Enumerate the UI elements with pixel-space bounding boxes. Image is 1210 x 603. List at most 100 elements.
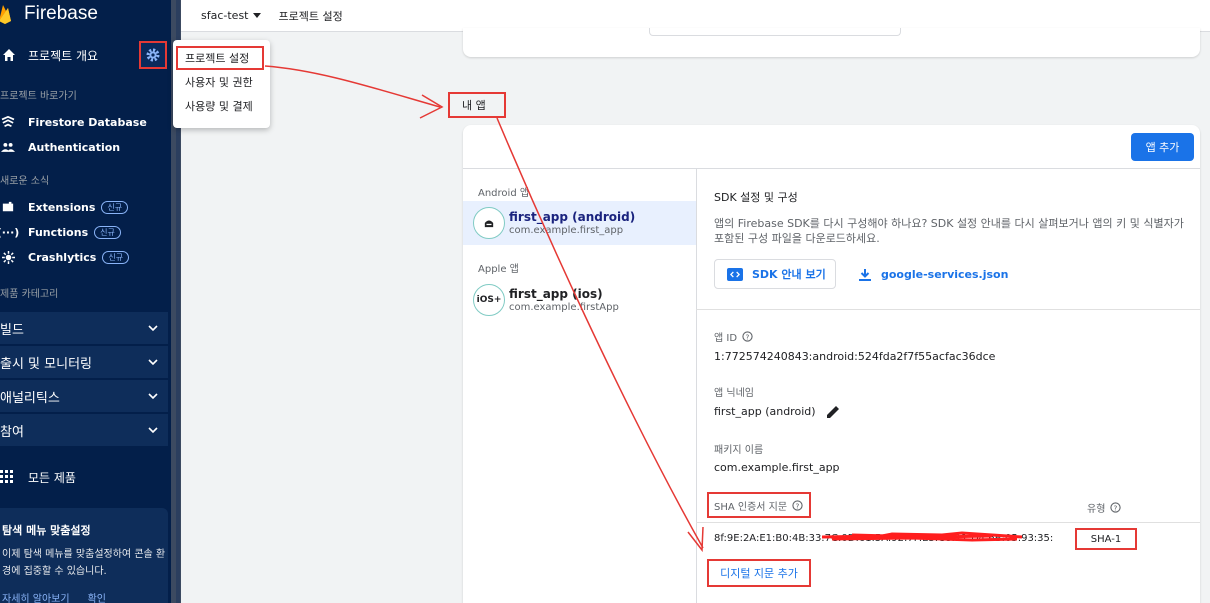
customize-text: 이제 탐색 메뉴를 맞춤설정하여 콘솔 환경에 집중할 수 있습니다. <box>2 549 166 577</box>
sidebar-item-firestore[interactable]: Firestore Database <box>0 111 171 133</box>
chevron-down-icon <box>148 359 158 366</box>
sidebar-item-functions[interactable]: (···) Functions 신규 <box>0 221 171 243</box>
divider <box>696 309 1200 310</box>
sha-fingerprint-label: SHA 인증서 지문 ? <box>707 492 811 518</box>
redaction-scribble <box>822 531 1022 542</box>
sidebar-item-label: Firestore Database <box>28 115 147 129</box>
field-label-text: 유형 <box>1087 504 1106 515</box>
category-label: 참여 <box>0 424 24 440</box>
grid-icon <box>0 470 13 483</box>
ok-link[interactable]: 확인 <box>88 590 106 603</box>
menu-item-usage-billing[interactable]: 사용량 및 결제 <box>173 94 270 118</box>
settings-gear-button[interactable] <box>139 41 167 69</box>
sdk-section-title: SDK 설정 및 구성 <box>714 191 798 204</box>
add-fingerprint-button[interactable]: 디지털 지문 추가 <box>707 559 811 587</box>
crashlytics-icon <box>0 250 16 264</box>
sidebar-item-label: Authentication <box>28 140 121 154</box>
apple-apps-label: Apple 앱 <box>478 264 519 275</box>
app-name: first_app (ios) <box>509 287 603 301</box>
brand[interactable]: Firebase <box>0 0 171 28</box>
android-apps-label: Android 앱 <box>478 188 530 199</box>
learn-more-link[interactable]: 자세히 알아보기 <box>2 590 70 603</box>
previous-card <box>463 28 1200 57</box>
apps-list: Android 앱 first_app (android) com.exampl… <box>463 169 696 603</box>
download-config-link[interactable]: google-services.json <box>859 268 1008 281</box>
section-label-shortcuts: 프로젝트 바로가기 <box>0 91 77 102</box>
home-icon <box>3 49 15 61</box>
caret-down-icon <box>252 12 261 18</box>
apps-card: 앱 추가 Android 앱 first_app (android) com.e… <box>463 125 1200 603</box>
help-icon[interactable]: ? <box>742 331 753 342</box>
project-selector[interactable]: sfac-test <box>201 9 261 22</box>
sidebar-item-label: Functions <box>28 225 89 239</box>
package-label: 패키지 이름 <box>714 445 764 456</box>
svg-text:?: ? <box>746 332 750 341</box>
firebase-logo-icon <box>0 5 11 24</box>
sidebar-item-crashlytics[interactable]: Crashlytics 신규 <box>0 246 171 268</box>
customize-nav-card: 탐색 메뉴 맞춤설정 이제 탐색 메뉴를 맞춤설정하여 콘솔 환경에 집중할 수… <box>0 508 168 603</box>
category-label: 출시 및 모니터링 <box>0 356 92 372</box>
project-name: sfac-test <box>201 9 249 22</box>
settings-dropdown-menu: 프로젝트 설정 사용자 및 권한 사용량 및 결제 <box>173 40 270 128</box>
help-icon[interactable]: ? <box>1110 502 1122 513</box>
category-analytics[interactable]: 애널리틱스 <box>0 380 168 412</box>
section-label-news: 새로운 소식 <box>0 176 50 187</box>
category-label: 애널리틱스 <box>0 390 60 406</box>
svg-text:?: ? <box>1114 503 1118 512</box>
new-badge: 신규 <box>102 250 130 264</box>
chevron-down-icon <box>148 427 158 434</box>
app-bundle-id: com.example.firstApp <box>509 302 619 313</box>
help-icon[interactable]: ? <box>792 499 803 511</box>
extensions-icon <box>0 200 16 214</box>
app-bundle-id: com.example.first_app <box>509 225 624 236</box>
menu-item-project-settings[interactable]: 프로젝트 설정 <box>176 46 264 70</box>
menu-item-users-permissions[interactable]: 사용자 및 권한 <box>173 70 270 94</box>
divider <box>696 169 697 603</box>
sidebar-item-extensions[interactable]: Extensions 신규 <box>0 196 171 218</box>
new-badge: 신규 <box>94 225 121 239</box>
chevron-down-icon <box>148 393 158 400</box>
app-row-ios[interactable]: iOS+ first_app (ios) com.example.firstAp… <box>463 278 696 322</box>
type-column-label: 유형 ? <box>1087 500 1122 515</box>
download-icon <box>859 268 871 281</box>
add-app-button[interactable]: 앱 추가 <box>1131 133 1194 161</box>
pencil-edit-icon[interactable] <box>826 404 841 419</box>
nickname-label: 앱 닉네임 <box>714 388 754 399</box>
new-badge: 신규 <box>101 200 129 214</box>
app-id-label: 앱 ID ? <box>714 329 753 344</box>
category-engage[interactable]: 참여 <box>0 414 168 446</box>
brand-name: Firebase <box>24 3 98 24</box>
nickname-text: first_app (android) <box>714 405 816 418</box>
field-label-text: SHA 인증서 지문 <box>714 501 788 513</box>
app-row-android[interactable]: first_app (android) com.example.first_ap… <box>463 201 696 245</box>
my-apps-heading: 내 앱 <box>448 92 506 118</box>
nickname-value: first_app (android) <box>714 404 841 419</box>
android-app-icon <box>473 207 505 239</box>
sdk-guide-button[interactable]: SDK 안내 보기 <box>714 259 836 289</box>
category-build[interactable]: 빌드 <box>0 312 168 344</box>
app-id-value: 1:772574240843:android:524fda2f7f55acfac… <box>714 350 996 363</box>
gear-icon <box>146 48 160 62</box>
svg-text:?: ? <box>796 501 800 510</box>
chevron-down-icon <box>148 325 158 332</box>
sidebar-item-label: Crashlytics <box>28 250 97 264</box>
sidebar-item-label: Extensions <box>28 200 96 214</box>
sidebar: Firebase 프로젝트 개요 프로젝트 바로가기 Firestore Dat… <box>0 0 171 603</box>
all-products-label: 모든 제품 <box>28 470 76 485</box>
field-label-text: 앱 ID <box>714 333 738 344</box>
sidebar-item-overview[interactable]: 프로젝트 개요 <box>0 40 171 70</box>
section-label-categories: 제품 카테고리 <box>0 289 59 300</box>
divider <box>696 522 1200 523</box>
download-config-label: google-services.json <box>881 268 1009 281</box>
code-icon <box>727 267 743 281</box>
category-release-monitor[interactable]: 출시 및 모니터링 <box>0 346 168 378</box>
sidebar-item-authentication[interactable]: Authentication <box>0 136 171 158</box>
customize-title: 탐색 메뉴 맞춤설정 <box>2 524 91 537</box>
app-name: first_app (android) <box>509 210 636 224</box>
package-value: com.example.first_app <box>714 461 840 474</box>
people-icon <box>0 140 16 154</box>
page-title: 프로젝트 설정 <box>278 9 343 23</box>
sidebar-item-label: 프로젝트 개요 <box>28 48 99 63</box>
ios-app-icon: iOS+ <box>473 284 505 316</box>
all-products-link[interactable]: 모든 제품 <box>0 464 76 490</box>
